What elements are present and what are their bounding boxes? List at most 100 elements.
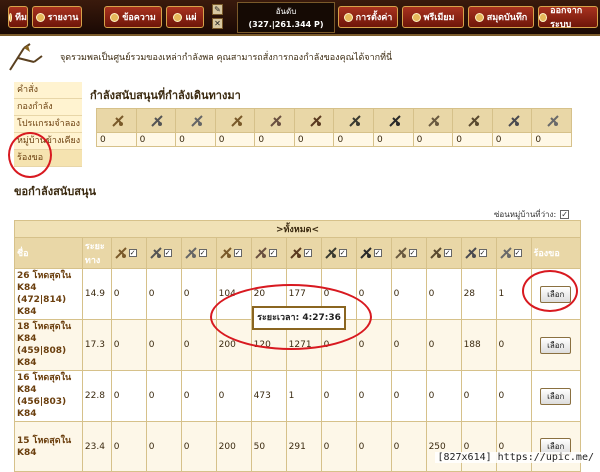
unit-count-cell: 0	[320, 370, 357, 422]
unit-filter-checkbox[interactable]: ✓	[338, 249, 347, 257]
unit-column-header: ✓	[180, 237, 217, 269]
table-row: 15 โหดสุดใน K84 23.4 0 0 0 200 50 291 0 0 0 250 0 0 เล…	[14, 421, 582, 472]
distance-cell: 14.9	[81, 268, 112, 320]
intro-text: จุดรวมพลเป็นศูนย์รวมของเหล่ากำลังพล คุณส…	[60, 53, 393, 63]
incoming-count: 0	[96, 132, 137, 147]
unit-header	[412, 108, 454, 133]
unit-acav-icon	[324, 247, 337, 259]
unit-count-cell: 0	[110, 370, 147, 422]
unit-filter-checkbox[interactable]: ✓	[303, 249, 312, 257]
distance-cell: 23.4	[81, 421, 112, 472]
incoming-count: 0	[135, 132, 177, 147]
nav-button[interactable]: ทีม	[8, 6, 28, 28]
village-link[interactable]: 15 โหดสุดใน K84	[14, 421, 83, 472]
unit-filter-checkbox[interactable]: ✓	[373, 249, 382, 257]
nav-button[interactable]: การตั้งค่า	[338, 6, 398, 28]
select-button[interactable]: เลือก	[540, 387, 572, 405]
flag-icon	[9, 12, 13, 22]
distance-cell: 22.8	[81, 370, 112, 422]
all-link[interactable]: >ทั้งหมด<	[14, 220, 581, 238]
unit-filter-checkbox[interactable]: ✓	[128, 249, 137, 257]
unit-count-cell: 0	[495, 319, 532, 371]
unit-filter-checkbox[interactable]: ✓	[513, 249, 522, 257]
nav-button[interactable]: รายงาน	[32, 6, 82, 28]
book-icon	[474, 12, 484, 22]
intro-section: จุดรวมพลเป็นศูนย์รวมของเหล่ากำลังพล คุณส…	[0, 38, 600, 78]
watermark: [827x614] https://upic.me/	[435, 452, 596, 463]
unit-count-cell: 250	[425, 421, 462, 472]
col-request: ร้องขอ	[530, 237, 582, 269]
sidebar-item[interactable]: โปรแกรมจำลอง	[14, 116, 82, 133]
incoming-count: 0	[373, 132, 414, 147]
village-link[interactable]: 26 โหดสุดใน K84 (472|814) K84	[14, 268, 83, 320]
unit-filter-checkbox[interactable]: ✓	[233, 249, 242, 257]
swords-icon[interactable]: ✕	[212, 18, 223, 29]
unit-column-header: ✓	[145, 237, 182, 269]
unit-column-header: ✓	[110, 237, 147, 269]
nav-label: การตั้งค่า	[355, 13, 393, 23]
unit-bow-icon	[230, 114, 243, 127]
unit-filter-checkbox[interactable]: ✓	[268, 249, 277, 257]
unit-noble-icon	[547, 114, 559, 127]
unit-column-header: ✓	[495, 237, 532, 269]
hide-empty-checkbox[interactable]: ✓	[560, 210, 570, 219]
unit-column-header: ✓	[390, 237, 427, 269]
rank-value: (327.|261.344 P)	[248, 20, 324, 29]
unit-header	[452, 108, 493, 133]
unit-knight-icon	[507, 114, 520, 127]
unit-filter-checkbox[interactable]: ✓	[163, 249, 172, 257]
unit-count-cell: 0	[145, 268, 182, 320]
sidebar-item[interactable]: คำสั่ง	[14, 82, 82, 99]
nav-button[interactable]: สมุดบันทึก	[468, 6, 534, 28]
nav-button[interactable]: พรีเมียม	[402, 6, 464, 28]
village-link[interactable]: 16 โหดสุดใน K84 (456|803) K84	[14, 370, 83, 422]
nav-label: ทีม	[15, 13, 27, 23]
unit-column-header: ✓	[215, 237, 252, 269]
unit-acav-icon	[349, 114, 361, 127]
nav-label: รายงาน	[47, 13, 79, 23]
unit-filter-checkbox[interactable]: ✓	[443, 249, 452, 257]
unit-filter-checkbox[interactable]: ✓	[198, 249, 207, 257]
incoming-count: 0	[412, 132, 454, 147]
unit-header	[333, 108, 375, 133]
nav-button[interactable]: แผ่	[166, 6, 204, 28]
nav-label: พรีเมียม	[423, 13, 455, 23]
unit-column-header: ✓	[285, 237, 322, 269]
unit-column-header: ✓	[320, 237, 357, 269]
unit-filter-checkbox[interactable]: ✓	[408, 249, 417, 257]
col-distance: ระยะทาง	[81, 237, 112, 269]
quill-icon[interactable]: ✎	[212, 4, 223, 15]
unit-bow-icon	[219, 247, 232, 259]
nav-label: สมุดบันทึก	[486, 13, 528, 23]
unit-count-cell: 473	[250, 370, 287, 422]
nav-label: ข้อความ	[122, 13, 156, 23]
letter-icon	[110, 12, 120, 22]
unit-axe-icon	[184, 247, 197, 259]
rank-display: อันดับ (327.|261.344 P)	[237, 2, 335, 33]
unit-cat-icon	[468, 114, 480, 127]
unit-count-cell: 0	[180, 421, 217, 472]
unit-lcav-icon	[309, 114, 322, 127]
rally-point-icon	[9, 43, 43, 71]
incoming-count: 0	[531, 132, 572, 147]
unit-count-cell: 1	[285, 370, 322, 422]
nav-button[interactable]: ข้อความ	[104, 6, 162, 28]
unit-column-header: ✓	[355, 237, 392, 269]
incoming-count: 0	[491, 132, 533, 147]
unit-count-cell: 28	[460, 268, 497, 320]
nav-button[interactable]: ออกจากระบบ	[538, 6, 598, 30]
exit-icon	[539, 12, 548, 22]
unit-count-cell: 0	[320, 421, 357, 472]
unit-ram-icon	[428, 114, 441, 127]
select-button[interactable]: เลือก	[540, 336, 572, 354]
unit-filter-checkbox[interactable]: ✓	[478, 249, 487, 257]
unit-count-cell: 0	[425, 370, 462, 422]
crown-icon	[411, 12, 421, 22]
unit-header	[373, 108, 414, 133]
unit-header	[254, 108, 295, 133]
unit-count-cell: 0	[425, 319, 462, 371]
sidebar-item[interactable]: กองกำลัง	[14, 99, 82, 116]
unit-count-cell: 0	[110, 268, 147, 320]
village-link[interactable]: 18 โหดสุดใน K84 (459|808) K84	[14, 319, 83, 371]
unit-column-header: ✓	[425, 237, 462, 269]
